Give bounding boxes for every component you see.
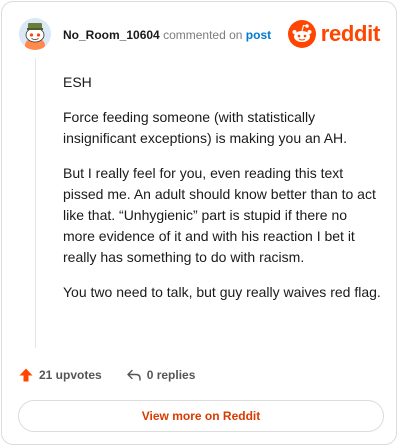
view-more-button[interactable]: View more on Reddit (18, 400, 384, 432)
comment-body: ESH Force feeding someone (with statisti… (63, 72, 381, 317)
comment-paragraph: You two need to talk, but guy really wai… (63, 284, 381, 300)
reply-count: 0 replies (146, 368, 196, 382)
commented-on-text: commented on (163, 28, 243, 42)
reddit-wordmark: reddit (320, 21, 381, 46)
snoo-avatar-icon (19, 18, 51, 50)
reply-button[interactable]: 0 replies (126, 367, 196, 383)
thread-line[interactable] (35, 58, 36, 348)
comment-paragraph: Force feeding someone (with statisticall… (63, 109, 348, 146)
comment-paragraph: But I really feel for you, even reading … (63, 165, 376, 265)
post-link[interactable]: post (246, 28, 271, 42)
comment-paragraph: ESH (63, 74, 92, 90)
comment-actions: 21 upvotes 0 replies (18, 367, 219, 383)
reddit-logo[interactable]: reddit (287, 20, 381, 48)
comment-embed-card: No_Room_10604 commented on post reddit E… (1, 1, 397, 445)
comment-header: No_Room_10604 commented on post (63, 27, 271, 43)
reddit-snoo-icon (287, 20, 316, 48)
reply-arrow-icon (127, 369, 141, 381)
user-avatar[interactable] (19, 18, 51, 50)
upvote-count: 21 upvotes (39, 368, 102, 382)
upvote-button[interactable]: 21 upvotes (18, 367, 102, 383)
upvote-arrow-icon (19, 368, 33, 382)
username-link[interactable]: No_Room_10604 (63, 28, 160, 42)
